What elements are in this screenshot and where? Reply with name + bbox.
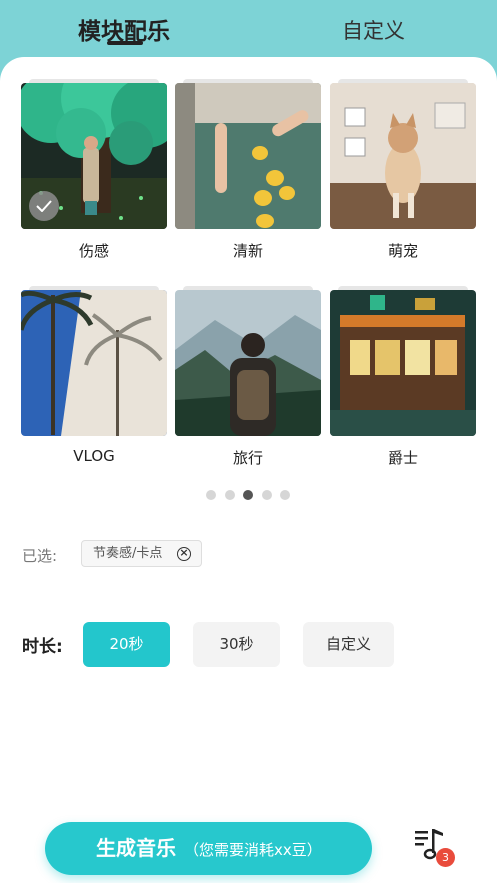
duration-30s-button[interactable]: 30秒 [193, 622, 280, 667]
music-count-badge: 3 [436, 848, 455, 867]
template-thumbnail-pet[interactable] [330, 83, 476, 229]
page-dot[interactable] [262, 490, 272, 500]
page-dot[interactable] [280, 490, 290, 500]
template-label: 伤感 [78, 242, 109, 260]
template-label: 萌宠 [387, 242, 418, 260]
template-thumbnail-travel[interactable] [175, 290, 321, 436]
template-thumbnail-fresh[interactable] [175, 83, 321, 229]
template-label: 旅行 [232, 449, 263, 467]
duration-20s-button[interactable]: 20秒 [83, 622, 170, 667]
tab-custom[interactable]: 自定义 [342, 15, 405, 45]
selected-chip[interactable]: 节奏感/卡点 × [81, 540, 202, 567]
duration-custom-button[interactable]: 自定义 [303, 622, 394, 667]
template-thumbnail-jazz[interactable] [330, 290, 476, 436]
selected-check-icon [29, 191, 59, 221]
template-thumbnail-sad[interactable] [21, 83, 167, 229]
generate-label: 生成音乐 [96, 836, 176, 860]
selected-label: 已选: [22, 547, 58, 565]
template-label: VLOG [73, 447, 115, 465]
close-icon[interactable]: × [177, 547, 191, 561]
selected-chip-text: 节奏感/卡点 [93, 546, 163, 561]
page-dot[interactable] [225, 490, 235, 500]
music-list-button[interactable]: 3 [410, 825, 455, 870]
template-thumbnail-vlog[interactable] [21, 290, 167, 436]
page-dot-active[interactable] [243, 490, 253, 500]
template-label: 清新 [232, 242, 263, 260]
template-label: 爵士 [387, 449, 418, 467]
generate-music-button[interactable]: 生成音乐 （您需要消耗xx豆） [45, 822, 372, 875]
active-tab-indicator [107, 41, 143, 45]
generate-cost-note: （您需要消耗xx豆） [184, 841, 322, 859]
page-dot[interactable] [206, 490, 216, 500]
duration-label: 时长: [22, 637, 63, 657]
